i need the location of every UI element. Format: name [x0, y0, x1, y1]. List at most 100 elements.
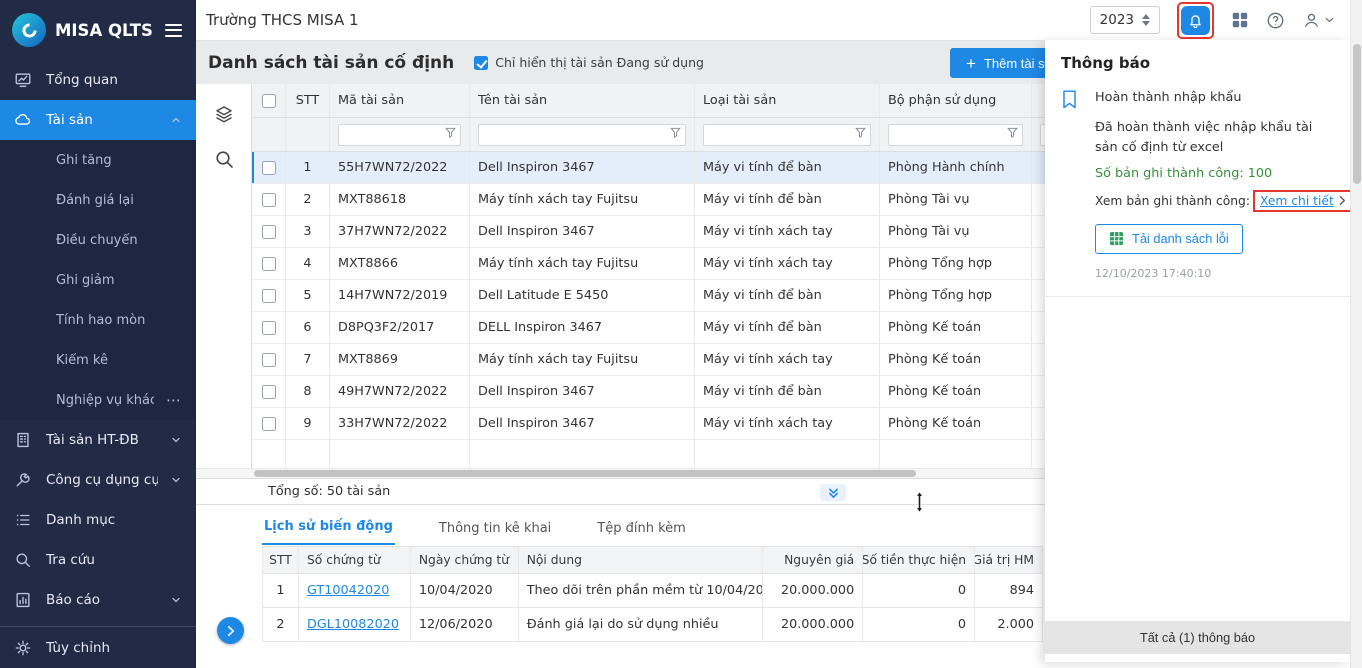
filter-icon[interactable]	[445, 127, 456, 142]
sidebar-item-9[interactable]: Tài sản HT-ĐB	[0, 420, 196, 460]
filter-cell	[695, 118, 880, 151]
filter-input[interactable]	[888, 124, 1023, 146]
row-checkbox[interactable]	[262, 289, 276, 303]
document-link[interactable]: GT10042020	[307, 583, 389, 598]
document-link[interactable]: DGL10082020	[307, 617, 399, 632]
cell-name: Dell Inspiron 3467	[470, 152, 695, 183]
sidebar-item-settings[interactable]: Tùy chỉnh	[0, 626, 196, 668]
sidebar-item-1[interactable]: Tài sản	[0, 100, 196, 140]
row-checkbox[interactable]	[262, 257, 276, 271]
row-checkbox[interactable]	[262, 385, 276, 399]
select-all-checkbox[interactable]	[262, 94, 276, 108]
cell	[286, 440, 330, 468]
more-icon[interactable]: ⋯	[166, 391, 182, 409]
apps-grid-button[interactable]	[1231, 11, 1249, 29]
cell	[470, 440, 695, 468]
sidebar-item-label: Kiểm kê	[56, 353, 182, 368]
cell-date: 12/06/2020	[411, 608, 519, 641]
cell-dept: Phòng Tài vụ	[880, 216, 1032, 247]
fiscal-year-select[interactable]: 2023	[1090, 6, 1160, 34]
tab-0[interactable]: Lịch sử biến động	[262, 519, 395, 545]
sidebar-item-label: Ghi tăng	[56, 153, 182, 168]
sidebar-item-10[interactable]: Công cụ dụng cụ	[0, 460, 196, 500]
sidebar-item-0[interactable]: Tổng quan	[0, 60, 196, 100]
column-header: Nội dung	[519, 547, 764, 573]
cell-dept: Phòng Kế toán	[880, 376, 1032, 407]
sidebar-item-13[interactable]: Báo cáo	[0, 580, 196, 620]
view-row: Xem bản ghi thành công: Xem chi tiết	[1095, 190, 1334, 212]
cell-type: Máy vi tính để bàn	[695, 152, 880, 183]
chevron-up-icon	[170, 114, 182, 126]
spinner-icon[interactable]	[1142, 14, 1150, 26]
view-details-link[interactable]: Xem chi tiết	[1260, 194, 1334, 208]
row-checkbox[interactable]	[262, 321, 276, 335]
cell-stt: 2	[263, 608, 299, 641]
sidebar: MISA QLTS Tổng quanTài sảnGhi tăngĐánh g…	[0, 0, 196, 668]
row-select-cell	[252, 184, 286, 215]
sidebar-item-4[interactable]: Điều chuyển	[0, 220, 196, 260]
history-header: STTSố chứng từNgày chứng từNội dungNguyê…	[263, 546, 1043, 574]
all-notifications-button[interactable]: Tất cả (1) thông báo	[1045, 621, 1350, 654]
filter-icon[interactable]	[670, 127, 681, 142]
tab-2[interactable]: Tệp đính kèm	[595, 521, 688, 545]
overview-icon	[14, 71, 34, 89]
cell-hm: 2.000	[975, 608, 1043, 641]
chevron-down-icon	[1325, 17, 1334, 23]
user-menu-button[interactable]	[1302, 11, 1334, 30]
cell-type: Máy vi tính xách tay	[695, 216, 880, 247]
cell-code: 49H7WN72/2022	[330, 376, 470, 407]
download-errors-button[interactable]: Tải danh sách lỗi	[1095, 224, 1243, 254]
search-button[interactable]	[214, 149, 234, 169]
sidebar-item-5[interactable]: Ghi giảm	[0, 260, 196, 300]
row-checkbox[interactable]	[262, 225, 276, 239]
chevron-down-icon	[170, 434, 182, 446]
filter-icon[interactable]	[1007, 127, 1018, 142]
cell-cost: 20.000.000	[763, 574, 863, 607]
row-select-cell	[252, 248, 286, 279]
org-title: Trường THCS MISA 1	[206, 11, 1090, 29]
sidebar-item-12[interactable]: Tra cứu	[0, 540, 196, 580]
active-assets-filter-checkbox[interactable]: Chỉ hiển thị tài sản Đang sử dụng	[474, 55, 704, 70]
cell-code: 33H7WN72/2022	[330, 408, 470, 439]
cell-desc: Đánh giá lại do sử dụng nhiều	[519, 608, 764, 641]
layers-button[interactable]	[214, 104, 234, 125]
filter-input[interactable]	[478, 124, 686, 146]
cell-stt: 2	[286, 184, 330, 215]
collapse-detail-button[interactable]	[820, 484, 846, 501]
help-button[interactable]	[1266, 11, 1285, 30]
tab-1[interactable]: Thông tin kê khai	[437, 521, 553, 545]
bookmark-icon	[1061, 88, 1085, 280]
cell-dept: Phòng Tổng hợp	[880, 280, 1032, 311]
row-checkbox[interactable]	[262, 353, 276, 367]
notification-item[interactable]: Hoàn thành nhập khẩu Đã hoàn thành việc …	[1061, 88, 1334, 280]
row-checkbox[interactable]	[262, 417, 276, 431]
topbar-actions: 2023	[1090, 2, 1334, 39]
sidebar-item-2[interactable]: Ghi tăng	[0, 140, 196, 180]
filter-input[interactable]	[338, 124, 461, 146]
sidebar-item-11[interactable]: Danh mục	[0, 500, 196, 540]
sidebar-item-6[interactable]: Tính hao mòn	[0, 300, 196, 340]
filter-icon[interactable]	[855, 127, 866, 142]
expand-panel-button[interactable]	[217, 617, 244, 644]
sidebar-item-7[interactable]: Kiểm kê	[0, 340, 196, 380]
sidebar-item-8[interactable]: Nghiệp vụ khác⋯	[0, 380, 196, 420]
cell-amount: 0	[863, 574, 975, 607]
column-header: Tên tài sản	[470, 84, 695, 117]
page-scrollbar[interactable]	[1350, 0, 1362, 668]
cell	[695, 440, 880, 468]
cell-name: Dell Inspiron 3467	[470, 216, 695, 247]
sidebar-item-3[interactable]: Đánh giá lại	[0, 180, 196, 220]
sidebar-menu: Tổng quanTài sản Ghi tăng Đánh giá lạiĐiều…	[0, 60, 196, 620]
column-header: Số chứng từ	[299, 547, 411, 573]
scrollbar-thumb[interactable]	[254, 470, 916, 477]
notification-bell-button[interactable]	[1181, 6, 1210, 35]
row-checkbox[interactable]	[262, 161, 276, 175]
cell-code: 55H7WN72/2022	[330, 152, 470, 183]
row-checkbox[interactable]	[262, 193, 276, 207]
filter-input[interactable]	[703, 124, 871, 146]
cell-code: 37H7WN72/2022	[330, 216, 470, 247]
menu-toggle-icon[interactable]	[162, 21, 185, 40]
cell-desc: Theo dõi trên phần mềm từ 10/04/2020	[519, 574, 764, 607]
column-header: Ngày chứng từ	[411, 547, 519, 573]
scrollbar-thumb[interactable]	[1353, 44, 1361, 184]
